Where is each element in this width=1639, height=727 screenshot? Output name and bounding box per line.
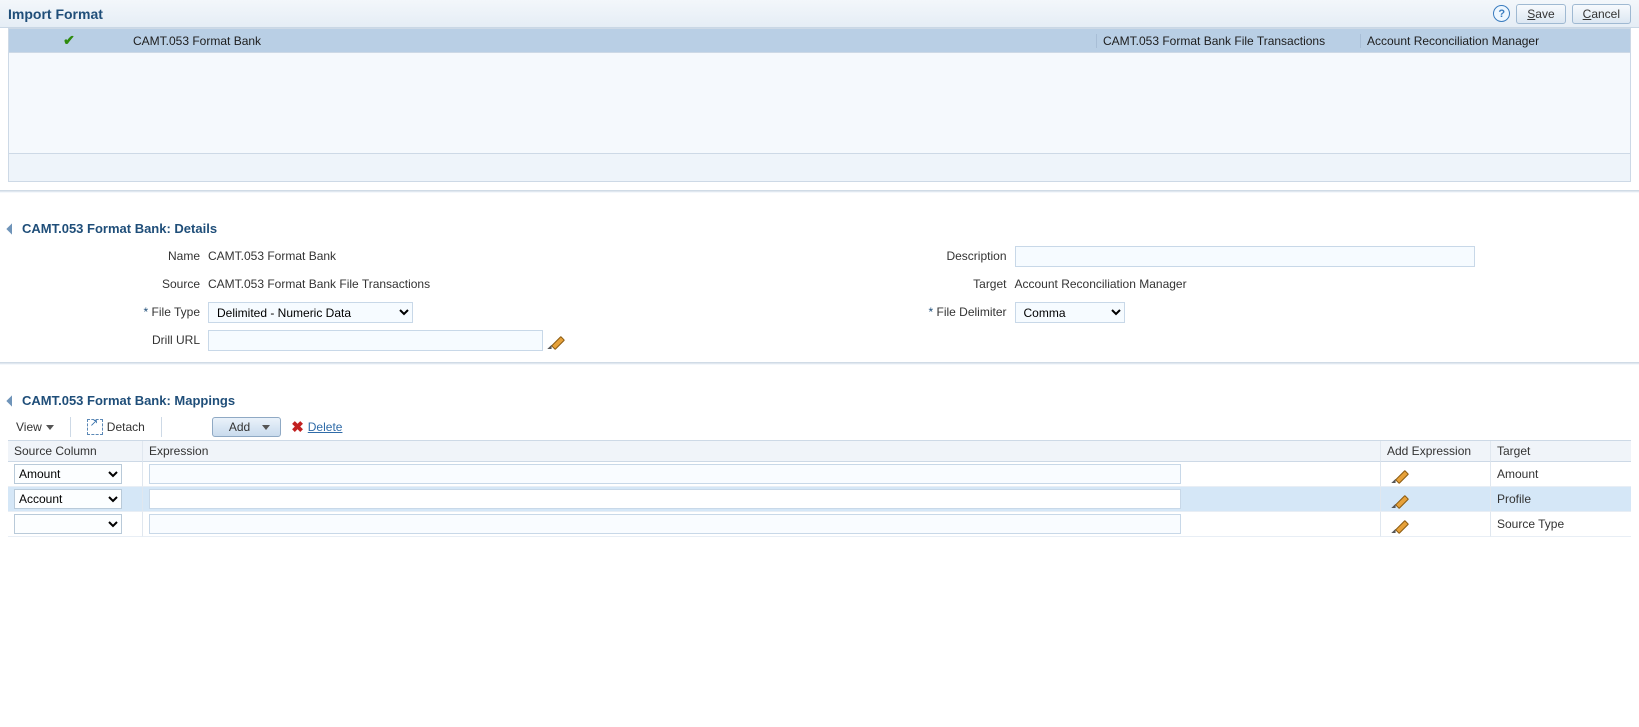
mappings-table: Source Column Expression Add Expression … <box>8 440 1631 537</box>
mappings-section: CAMT.053 Format Bank: Mappings View Deta… <box>8 393 1631 537</box>
pencil-icon[interactable] <box>1393 516 1409 532</box>
pencil-icon[interactable] <box>549 332 565 348</box>
target-cell: Profile <box>1491 487 1631 512</box>
format-list-panel: ✔ CAMT.053 Format Bank CAMT.053 Format B… <box>8 28 1631 182</box>
col-source-column: Source Column <box>8 441 143 462</box>
disclose-icon[interactable] <box>6 223 17 234</box>
disclose-icon[interactable] <box>6 395 17 406</box>
view-menu[interactable]: View <box>10 418 60 436</box>
row-source: CAMT.053 Format Bank File Transactions <box>1096 34 1360 48</box>
value-source: CAMT.053 Format Bank File Transactions <box>208 277 430 291</box>
format-list-row[interactable]: ✔ CAMT.053 Format Bank CAMT.053 Format B… <box>9 29 1630 53</box>
target-cell: Source Type <box>1491 512 1631 537</box>
col-expression: Expression <box>143 441 1381 462</box>
header-actions: ? Save Cancel <box>1493 4 1631 24</box>
value-name: CAMT.053 Format Bank <box>208 249 336 263</box>
delete-x-icon: ✖ <box>291 420 304 435</box>
checkmark-icon: ✔ <box>63 32 75 49</box>
label-description: Description <box>820 249 1015 263</box>
divider <box>0 190 1639 193</box>
help-icon[interactable]: ? <box>1493 5 1510 22</box>
description-input[interactable] <box>1015 246 1475 267</box>
divider <box>0 362 1639 365</box>
page-title: Import Format <box>8 6 103 22</box>
file-type-select[interactable]: Delimited - Numeric Data <box>208 302 413 323</box>
label-source: Source <box>8 277 208 291</box>
table-row[interactable]: Account Profile <box>8 487 1631 512</box>
source-column-select[interactable]: Amount <box>14 464 122 484</box>
format-list-blank <box>9 53 1630 153</box>
mappings-toolbar: View Detach Add ✖ Delete <box>8 414 1631 440</box>
pencil-icon[interactable] <box>1393 466 1409 482</box>
file-delimiter-select[interactable]: Comma <box>1015 302 1125 323</box>
format-list-footer <box>9 153 1630 181</box>
table-row[interactable]: Amount Amount <box>8 462 1631 487</box>
details-col-left: Name CAMT.053 Format Bank Source CAMT.05… <box>8 242 820 354</box>
mappings-title: CAMT.053 Format Bank: Mappings <box>22 393 235 408</box>
label-target: Target <box>820 277 1015 291</box>
col-add-expression: Add Expression <box>1381 441 1491 462</box>
page-header: Import Format ? Save Cancel <box>0 0 1639 28</box>
details-header: CAMT.053 Format Bank: Details <box>8 221 1631 236</box>
source-column-select[interactable] <box>14 514 122 534</box>
label-file-type: File Type <box>8 305 208 319</box>
detach-button[interactable]: Detach <box>81 417 151 437</box>
label-file-delimiter: File Delimiter <box>820 305 1015 319</box>
toolbar-separator <box>70 417 71 437</box>
cancel-button[interactable]: Cancel <box>1572 4 1631 24</box>
expression-input[interactable] <box>149 489 1181 509</box>
row-target: Account Reconciliation Manager <box>1360 34 1630 48</box>
delete-button[interactable]: ✖ Delete <box>291 420 342 435</box>
mappings-table-head: Source Column Expression Add Expression … <box>8 441 1631 462</box>
pencil-icon[interactable] <box>1393 491 1409 507</box>
mappings-header: CAMT.053 Format Bank: Mappings <box>8 393 1631 408</box>
row-status-cell: ✔ <box>9 32 129 49</box>
col-target: Target <box>1491 441 1631 462</box>
details-title: CAMT.053 Format Bank: Details <box>22 221 217 236</box>
drill-url-input[interactable] <box>208 330 543 351</box>
caret-down-icon <box>262 425 270 430</box>
label-drill-url: Drill URL <box>8 333 208 347</box>
detach-icon <box>87 419 103 435</box>
details-section: CAMT.053 Format Bank: Details Name CAMT.… <box>8 221 1631 354</box>
label-name: Name <box>8 249 208 263</box>
row-name: CAMT.053 Format Bank <box>129 34 1096 48</box>
expression-input[interactable] <box>149 464 1181 484</box>
save-button[interactable]: Save <box>1516 4 1565 24</box>
add-button[interactable]: Add <box>212 417 281 437</box>
value-target: Account Reconciliation Manager <box>1015 277 1187 291</box>
details-col-right: Description Target Account Reconciliatio… <box>820 242 1632 354</box>
details-form: Name CAMT.053 Format Bank Source CAMT.05… <box>8 242 1631 354</box>
expression-input[interactable] <box>149 514 1181 534</box>
toolbar-separator <box>161 417 162 437</box>
source-column-select[interactable]: Account <box>14 489 122 509</box>
table-row[interactable]: Source Type <box>8 512 1631 537</box>
caret-down-icon <box>46 425 54 430</box>
target-cell: Amount <box>1491 462 1631 487</box>
